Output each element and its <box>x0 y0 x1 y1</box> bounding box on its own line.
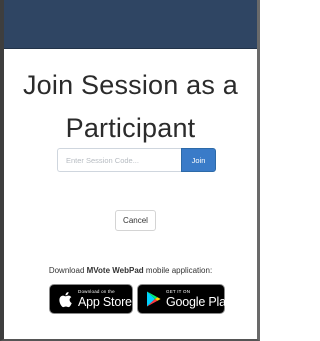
join-button[interactable]: Join <box>181 148 216 172</box>
page-title-line-2: Participant <box>65 113 196 143</box>
page-title: Join Session as a Participant <box>4 64 257 150</box>
app-name: MVote WebPad <box>86 266 144 275</box>
download-prefix: Download <box>48 266 87 275</box>
google-play-badge[interactable]: GET IT ON Google Play <box>137 284 232 314</box>
top-header-bar <box>4 0 257 49</box>
page-title-line-1: Join Session as a <box>22 70 239 100</box>
download-suffix: mobile application: <box>143 266 213 275</box>
app-frame: Join Session as a Participant Join Cance… <box>0 0 260 341</box>
google-play-small-text: GET IT ON <box>166 289 191 294</box>
download-app-text: Download MVote WebPad mobile application… <box>4 266 257 275</box>
app-store-badge[interactable]: Download on the App Store <box>49 284 133 314</box>
app-store-big-text: App Store <box>78 294 132 309</box>
app-store-small-text: Download on the <box>78 289 115 294</box>
google-play-icon <box>145 290 161 308</box>
google-play-big-text: Google Play <box>166 294 232 309</box>
cancel-button[interactable]: Cancel <box>115 210 156 231</box>
session-code-input[interactable] <box>57 148 181 172</box>
apple-icon <box>57 290 73 308</box>
